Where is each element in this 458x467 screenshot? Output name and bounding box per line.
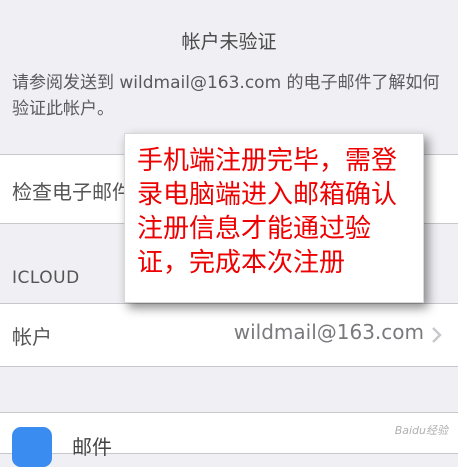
account-cell[interactable]: 帐户 wildmail@163.com bbox=[0, 303, 458, 367]
mail-cell[interactable]: 邮件 bbox=[0, 412, 458, 467]
account-label: 帐户 bbox=[12, 325, 52, 349]
annotation-callout: 手机端注册完毕，需登录电脑端进入邮箱确认注册信息才能通过验证，完成本次注册 bbox=[124, 133, 424, 303]
watermark: Baidu经验 bbox=[394, 424, 448, 437]
chevron-right-icon bbox=[432, 327, 442, 343]
verification-section-title: 帐户未验证 bbox=[181, 31, 277, 53]
mail-label: 邮件 bbox=[72, 435, 112, 459]
icloud-group-header: ICLOUD bbox=[12, 268, 80, 288]
annotation-text: 手机端注册完毕，需登录电脑端进入邮箱确认注册信息才能通过验证，完成本次注册 bbox=[137, 146, 398, 278]
mail-app-icon bbox=[12, 427, 52, 467]
check-email-label: 检查电子邮件 bbox=[12, 180, 132, 204]
account-value: wildmail@163.com bbox=[233, 320, 424, 344]
verification-description: 请参阅发送到 wildmail@163.com 的电子邮件了解如何验证此帐户。 bbox=[12, 73, 440, 119]
